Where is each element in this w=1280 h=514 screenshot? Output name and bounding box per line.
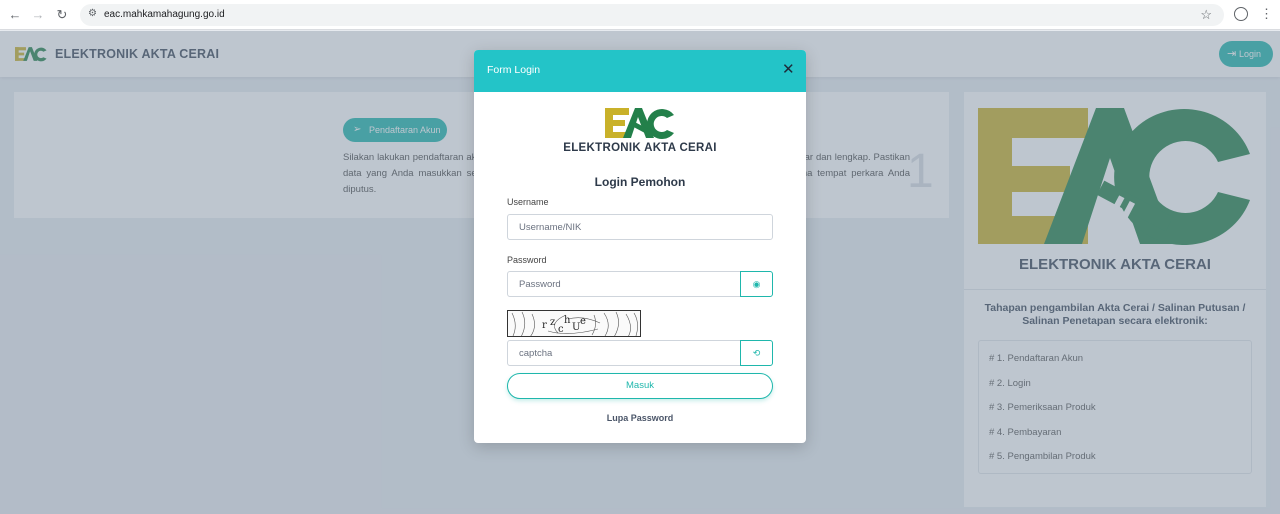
password-input[interactable] <box>507 271 741 297</box>
username-label: Username <box>507 197 549 207</box>
login-heading: Login Pemohon <box>594 175 686 189</box>
modal-header: Form Login ✕ <box>474 50 806 92</box>
captcha-input[interactable] <box>507 340 741 366</box>
forgot-password-link[interactable]: Lupa Password <box>474 413 806 423</box>
address-bar[interactable]: ⚙ eac.mahkamahagung.go.id ☆ <box>80 4 1224 26</box>
svg-text:e: e <box>580 316 586 327</box>
refresh-captcha-button[interactable]: ⟲ <box>740 340 773 366</box>
modal-brand-title: ELEKTRONIK AKTA CERAI <box>563 142 717 154</box>
kebab-menu-icon[interactable]: ⋮ <box>1260 6 1273 22</box>
eye-icon: ◉ <box>752 279 761 289</box>
site-settings-icon[interactable]: ⚙ <box>88 8 97 19</box>
captcha-noise: r z c h U e <box>511 311 638 336</box>
submit-login-button[interactable]: Masuk <box>507 373 773 399</box>
reload-icon[interactable]: ↻ <box>53 6 71 24</box>
forward-arrow-icon[interactable]: → <box>29 6 47 24</box>
profile-icon[interactable] <box>1234 7 1248 21</box>
svg-text:h: h <box>564 315 571 326</box>
captcha-image: r z c h U e <box>507 310 641 337</box>
star-icon[interactable]: ☆ <box>1200 7 1212 23</box>
svg-text:r: r <box>542 320 547 331</box>
back-arrow-icon[interactable]: ← <box>6 6 24 24</box>
refresh-icon: ⟲ <box>752 348 761 358</box>
browser-toolbar: ← → ↻ ⚙ eac.mahkamahagung.go.id ☆ ⋮ <box>0 0 1280 30</box>
modal-title: Form Login <box>487 64 541 76</box>
toggle-password-button[interactable]: ◉ <box>740 271 773 297</box>
password-label: Password <box>507 255 547 265</box>
eac-logo <box>605 108 674 139</box>
login-modal: Form Login ✕ ELEKTRONIK AKTA CERAI Login… <box>474 50 806 443</box>
url-text[interactable]: eac.mahkamahagung.go.id <box>104 9 225 20</box>
close-icon[interactable]: ✕ <box>782 62 795 78</box>
username-input[interactable] <box>507 214 773 240</box>
svg-text:z: z <box>550 317 555 328</box>
